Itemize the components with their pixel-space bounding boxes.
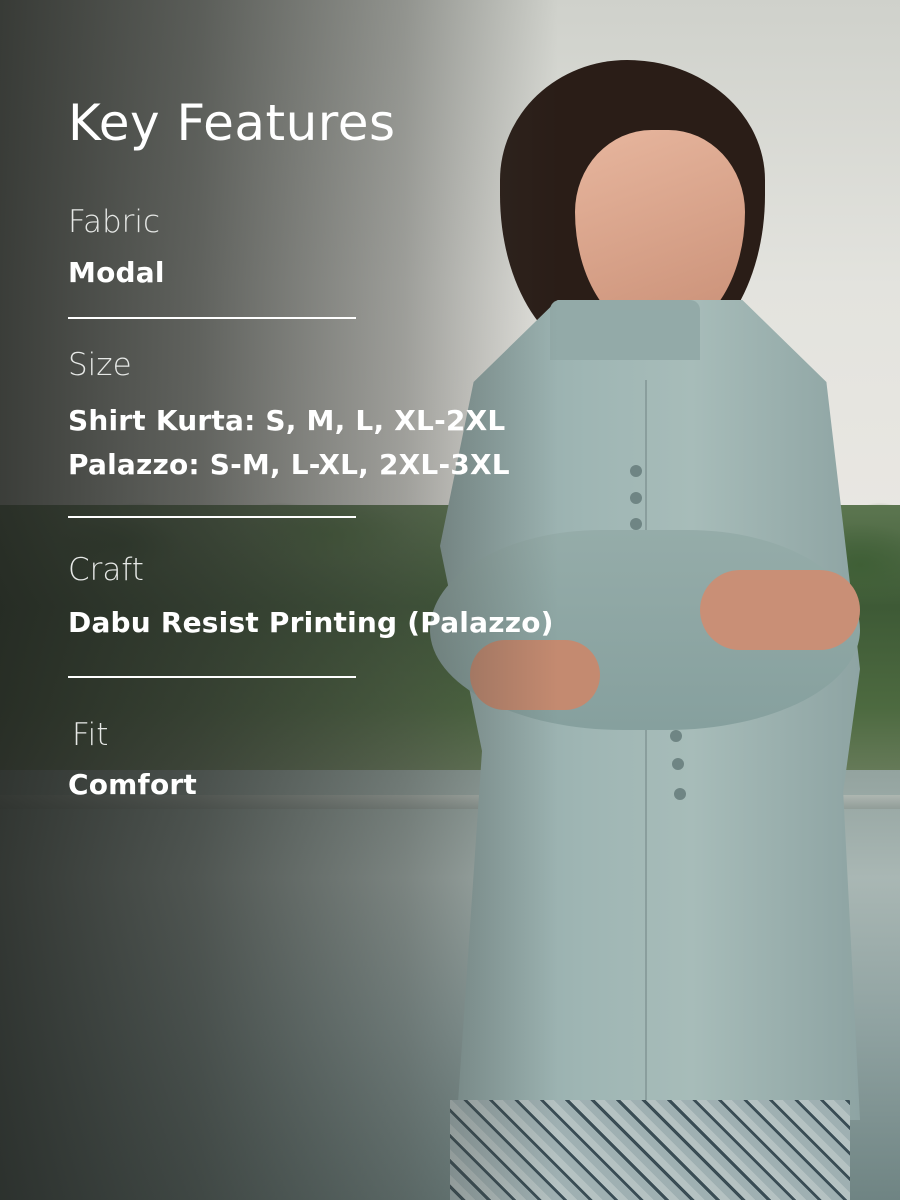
feature-label-fabric: Fabric <box>68 204 161 240</box>
feature-value-size-palazzo: Palazzo: S-M, L-XL, 2XL-3XL <box>68 448 510 481</box>
divider <box>68 317 356 319</box>
feature-label-fit: Fit <box>72 717 109 753</box>
text-shade-overlay <box>0 0 900 1200</box>
feature-value-fit: Comfort <box>68 768 197 801</box>
feature-label-size: Size <box>68 347 132 383</box>
feature-value-size-kurta: Shirt Kurta: S, M, L, XL-2XL <box>68 404 506 437</box>
feature-value-fabric: Modal <box>68 256 165 289</box>
product-photo <box>0 0 900 1200</box>
divider <box>68 676 356 678</box>
page-title: Key Features <box>68 94 396 152</box>
feature-value-craft: Dabu Resist Printing (Palazzo) <box>68 606 554 639</box>
feature-label-craft: Craft <box>68 552 144 588</box>
divider <box>68 516 356 518</box>
